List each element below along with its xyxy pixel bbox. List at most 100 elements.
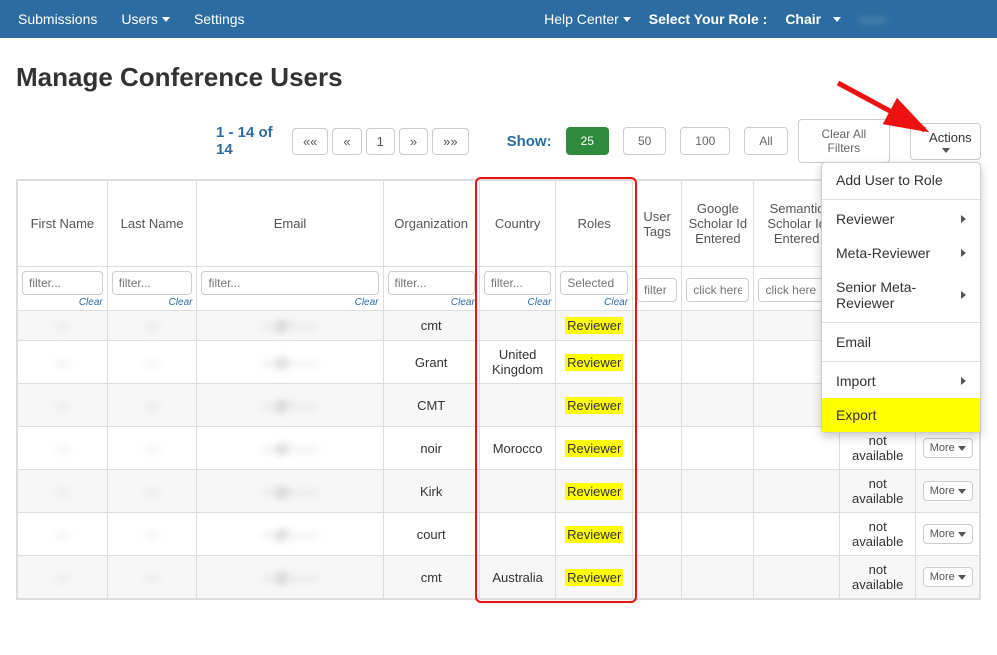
role-dropdown[interactable]: Chair <box>785 11 841 27</box>
cell-email: —@—.— <box>197 513 383 556</box>
topbar: Submissions Users Settings Help Center S… <box>0 0 997 38</box>
caret-down-icon <box>958 446 966 451</box>
cell-first-name: — <box>18 513 108 556</box>
cell-google-scholar <box>682 470 754 513</box>
show-25-button[interactable]: 25 <box>566 127 609 155</box>
table-row: ———@—.—courtReviewernot availableMore <box>18 513 980 556</box>
more-button[interactable]: More <box>923 524 973 544</box>
dropdown-item-email[interactable]: Email <box>822 325 980 359</box>
cell-user-tags <box>633 556 682 599</box>
dropdown-item-meta-reviewer[interactable]: Meta-Reviewer <box>822 236 980 270</box>
cell-dblp: not available <box>839 470 916 513</box>
nav-help-center[interactable]: Help Center <box>544 11 631 27</box>
cell-role: Reviewer <box>556 513 633 556</box>
show-all-button[interactable]: All <box>744 127 787 155</box>
caret-icon <box>162 17 170 22</box>
col-country[interactable]: Country <box>479 181 556 267</box>
chevron-right-icon <box>961 215 966 223</box>
col-google-scholar[interactable]: Google Scholar Id Entered <box>682 181 754 267</box>
pager-page-button[interactable]: 1 <box>366 128 395 155</box>
cell-email: —@—.— <box>197 341 383 384</box>
pager-first-button[interactable]: «« <box>292 128 328 155</box>
filter-email[interactable] <box>201 271 378 295</box>
cell-email: —@—.— <box>197 384 383 427</box>
more-button[interactable]: More <box>923 567 973 587</box>
cell-country <box>479 513 556 556</box>
clear-organization[interactable]: Clear <box>388 297 475 308</box>
cell-role: Reviewer <box>556 311 633 341</box>
cell-role: Reviewer <box>556 384 633 427</box>
dropdown-item-export[interactable]: Export <box>822 398 980 432</box>
cell-country: Morocco <box>479 427 556 470</box>
clear-country[interactable]: Clear <box>484 297 552 308</box>
cell-last-name: — <box>107 470 197 513</box>
col-roles[interactable]: Roles <box>556 181 633 267</box>
cell-google-scholar <box>682 311 754 341</box>
cell-more: More <box>916 556 980 599</box>
clear-email[interactable]: Clear <box>201 297 378 308</box>
more-button[interactable]: More <box>923 438 973 458</box>
nav-right: Help Center Select Your Role : Chair —— <box>544 11 979 27</box>
caret-down-icon <box>942 148 950 153</box>
more-button[interactable]: More <box>923 481 973 501</box>
cell-more: More <box>916 427 980 470</box>
clear-last-name[interactable]: Clear <box>112 297 193 308</box>
help-center-label: Help Center <box>544 11 619 27</box>
nav-users[interactable]: Users <box>121 11 170 27</box>
col-organization[interactable]: Organization <box>383 181 479 267</box>
cell-email: —@—.— <box>197 556 383 599</box>
dropdown-item-add-user-to-role[interactable]: Add User to Role <box>822 163 980 197</box>
cell-last-name: — <box>107 556 197 599</box>
filter-roles[interactable] <box>560 271 628 295</box>
clear-roles[interactable]: Clear <box>560 297 628 308</box>
cell-role: Reviewer <box>556 341 633 384</box>
filter-country[interactable] <box>484 271 552 295</box>
actions-button[interactable]: Actions <box>910 123 981 160</box>
user-menu[interactable]: —— <box>859 11 979 27</box>
pager-last-button[interactable]: »» <box>432 128 468 155</box>
page-title: Manage Conference Users <box>16 62 997 93</box>
chevron-right-icon <box>961 377 966 385</box>
show-50-button[interactable]: 50 <box>623 127 666 155</box>
filter-first-name[interactable] <box>22 271 103 295</box>
dropdown-item-import[interactable]: Import <box>822 364 980 398</box>
filter-user-tags[interactable] <box>637 278 677 302</box>
pager-prev-button[interactable]: « <box>332 128 361 155</box>
cell-last-name: — <box>107 384 197 427</box>
cell-dblp: not available <box>839 556 916 599</box>
filter-organization[interactable] <box>388 271 475 295</box>
pager-next-button[interactable]: » <box>399 128 428 155</box>
nav-left: Submissions Users Settings <box>18 11 245 27</box>
filter-google-scholar[interactable] <box>686 278 749 302</box>
dropdown-item-reviewer[interactable]: Reviewer <box>822 202 980 236</box>
cell-first-name: — <box>18 341 108 384</box>
cell-last-name: — <box>107 427 197 470</box>
cell-organization: cmt <box>383 311 479 341</box>
col-user-tags[interactable]: User Tags <box>633 181 682 267</box>
chevron-right-icon <box>961 249 966 257</box>
cell-semantic-scholar <box>754 470 839 513</box>
cell-country: United Kingdom <box>479 341 556 384</box>
dropdown-item-senior-meta-reviewer[interactable]: Senior Meta-Reviewer <box>822 270 980 320</box>
cell-email: —@—.— <box>197 311 383 341</box>
col-email[interactable]: Email <box>197 181 383 267</box>
show-100-button[interactable]: 100 <box>680 127 730 155</box>
col-last-name[interactable]: Last Name <box>107 181 197 267</box>
cell-semantic-scholar <box>754 513 839 556</box>
cell-first-name: — <box>18 556 108 599</box>
nav-users-label: Users <box>121 11 158 27</box>
caret-icon <box>623 17 631 22</box>
clear-all-filters-button[interactable]: Clear All Filters <box>798 119 890 163</box>
filter-last-name[interactable] <box>112 271 193 295</box>
cell-organization: Kirk <box>383 470 479 513</box>
clear-first-name[interactable]: Clear <box>22 297 103 308</box>
cell-semantic-scholar <box>754 427 839 470</box>
cell-first-name: — <box>18 427 108 470</box>
nav-settings[interactable]: Settings <box>194 11 245 27</box>
cell-organization: cmt <box>383 556 479 599</box>
col-first-name[interactable]: First Name <box>18 181 108 267</box>
cell-google-scholar <box>682 513 754 556</box>
nav-submissions[interactable]: Submissions <box>18 11 97 27</box>
caret-down-icon <box>958 489 966 494</box>
cell-country <box>479 384 556 427</box>
